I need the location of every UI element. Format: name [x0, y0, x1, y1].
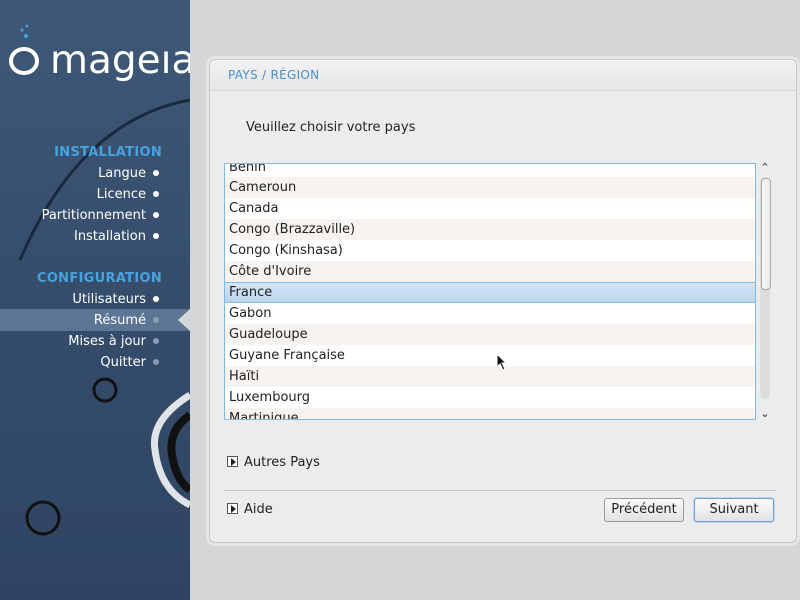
page-title: PAYS / RÉGION [228, 68, 320, 82]
list-item[interactable]: Canada [225, 198, 755, 219]
step-resume: Résumé [93, 313, 146, 328]
expand-triangle-icon [227, 503, 238, 514]
sidebar: mageıa INSTALLATION Langue Licence Parti… [0, 0, 190, 600]
list-item[interactable]: Congo (Kinshasa) [225, 240, 755, 261]
list-item-selected[interactable]: France [225, 282, 755, 303]
scrollbar-thumb[interactable] [761, 178, 771, 290]
list-item[interactable]: Bénin [225, 164, 755, 178]
step-pending-dot [153, 359, 159, 365]
step-done-dot [153, 296, 159, 302]
divider [224, 490, 776, 491]
step-current-dot [153, 317, 159, 323]
list-item[interactable]: Cameroun [225, 177, 755, 198]
list-item[interactable]: Luxembourg [225, 387, 755, 408]
step-licence: Licence [96, 187, 146, 202]
list-item[interactable]: Guyane Française [225, 345, 755, 366]
next-button[interactable]: Suivant [694, 498, 774, 522]
step-quitter: Quitter [100, 355, 146, 370]
step-done-dot [153, 212, 159, 218]
step-langue: Langue [98, 166, 146, 181]
list-item[interactable]: Côte d'Ivoire [225, 261, 755, 282]
step-partitionnement: Partitionnement [41, 208, 146, 223]
step-done-dot [153, 191, 159, 197]
step-pending-dot [153, 338, 159, 344]
list-item[interactable]: Guadeloupe [225, 324, 755, 345]
step-done-dot [153, 170, 159, 176]
list-item[interactable]: Congo (Brazzaville) [225, 219, 755, 240]
scroll-up-chevron-icon[interactable]: ⌃ [758, 161, 772, 175]
step-done-dot [153, 233, 159, 239]
expander-label: Aide [244, 502, 273, 517]
help-expander[interactable]: Aide [227, 502, 273, 517]
other-countries-expander[interactable]: Autres Pays [227, 455, 320, 470]
main-panel: PAYS / RÉGION Veuillez choisir votre pay… [209, 59, 797, 543]
logo-text: mageıa [50, 38, 190, 83]
list-item[interactable]: Martinique [225, 408, 755, 419]
expander-label: Autres Pays [244, 455, 320, 470]
title-bar: PAYS / RÉGION [210, 60, 796, 91]
prompt-text: Veuillez choisir votre pays [246, 120, 416, 135]
previous-button[interactable]: Précédent [604, 498, 684, 522]
list-item[interactable]: Gabon [225, 303, 755, 324]
configuration-section-title: CONFIGURATION [36, 271, 162, 286]
list-item[interactable]: Haïti [225, 366, 755, 387]
step-utilisateurs: Utilisateurs [72, 292, 146, 307]
expand-triangle-icon [227, 456, 238, 467]
installation-section-title: INSTALLATION [54, 145, 162, 160]
scroll-down-chevron-icon[interactable]: ⌄ [758, 407, 772, 421]
country-list[interactable]: Bénin Cameroun Canada Congo (Brazzaville… [224, 163, 756, 420]
mouse-cursor-icon [496, 353, 508, 371]
step-mises-a-jour: Mises à jour [68, 334, 146, 349]
step-installation: Installation [73, 229, 146, 244]
